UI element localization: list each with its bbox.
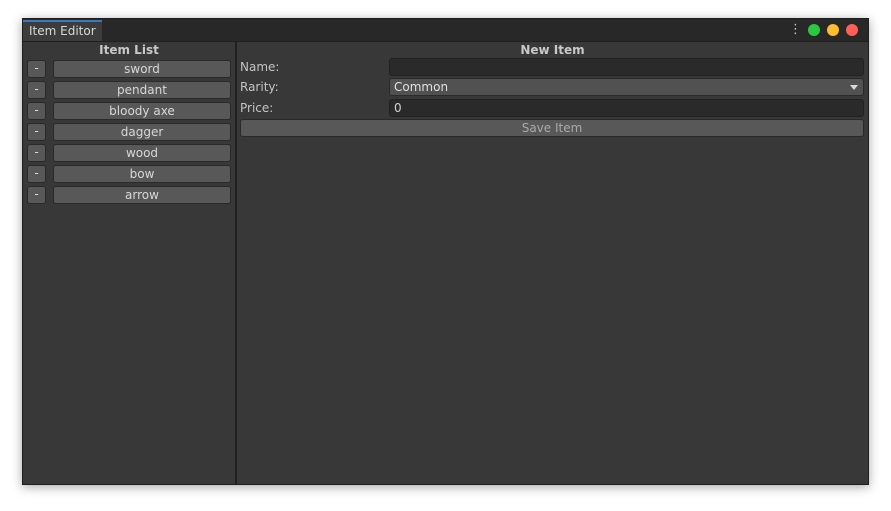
title-bar: Item Editor ⋮ xyxy=(23,19,868,42)
list-item: - bloody axe xyxy=(23,102,235,121)
chevron-down-icon xyxy=(850,85,858,90)
new-item-title: New Item xyxy=(520,43,585,57)
name-label: Name: xyxy=(240,60,280,74)
price-row: Price: 0 xyxy=(240,99,864,117)
window-controls: ⋮ xyxy=(789,23,858,37)
price-field[interactable]: 0 xyxy=(389,99,864,117)
new-item-panel: New Item Name: Rarity: Common Price: 0 S… xyxy=(237,41,868,484)
remove-item-button[interactable]: - xyxy=(27,123,46,141)
item-button[interactable]: bow xyxy=(53,165,231,183)
item-list-title: Item List xyxy=(99,43,159,57)
rarity-label: Rarity: xyxy=(240,80,279,94)
name-field[interactable] xyxy=(389,58,864,76)
close-button[interactable] xyxy=(846,24,858,36)
rarity-value: Common xyxy=(394,80,449,94)
rarity-dropdown[interactable]: Common xyxy=(389,78,864,96)
list-item: - dagger xyxy=(23,123,235,142)
remove-item-button[interactable]: - xyxy=(27,102,46,120)
kebab-menu-icon[interactable]: ⋮ xyxy=(789,23,802,37)
name-row: Name: xyxy=(240,58,864,76)
list-item: - pendant xyxy=(23,81,235,100)
remove-item-button[interactable]: - xyxy=(27,60,46,78)
maximize-button[interactable] xyxy=(808,24,820,36)
remove-item-button[interactable]: - xyxy=(27,186,46,204)
save-item-button[interactable]: Save Item xyxy=(240,119,864,137)
item-button[interactable]: wood xyxy=(53,144,231,162)
tab-item-editor[interactable]: Item Editor xyxy=(23,20,102,41)
remove-item-button[interactable]: - xyxy=(27,144,46,162)
remove-item-button[interactable]: - xyxy=(27,165,46,183)
price-label: Price: xyxy=(240,101,274,115)
list-item: - arrow xyxy=(23,186,235,205)
item-button[interactable]: pendant xyxy=(53,81,231,99)
item-button[interactable]: arrow xyxy=(53,186,231,204)
item-button[interactable]: dagger xyxy=(53,123,231,141)
list-item: - bow xyxy=(23,165,235,184)
remove-item-button[interactable]: - xyxy=(27,81,46,99)
rarity-row: Rarity: Common xyxy=(240,78,864,96)
item-button[interactable]: sword xyxy=(53,60,231,78)
item-button[interactable]: bloody axe xyxy=(53,102,231,120)
list-item: - wood xyxy=(23,144,235,163)
item-editor-window: Item Editor ⋮ Item List - sword - pendan… xyxy=(22,18,869,485)
item-list-panel: Item List - sword - pendant - bloody axe… xyxy=(23,41,237,484)
minimize-button[interactable] xyxy=(827,24,839,36)
list-item: - sword xyxy=(23,60,235,79)
